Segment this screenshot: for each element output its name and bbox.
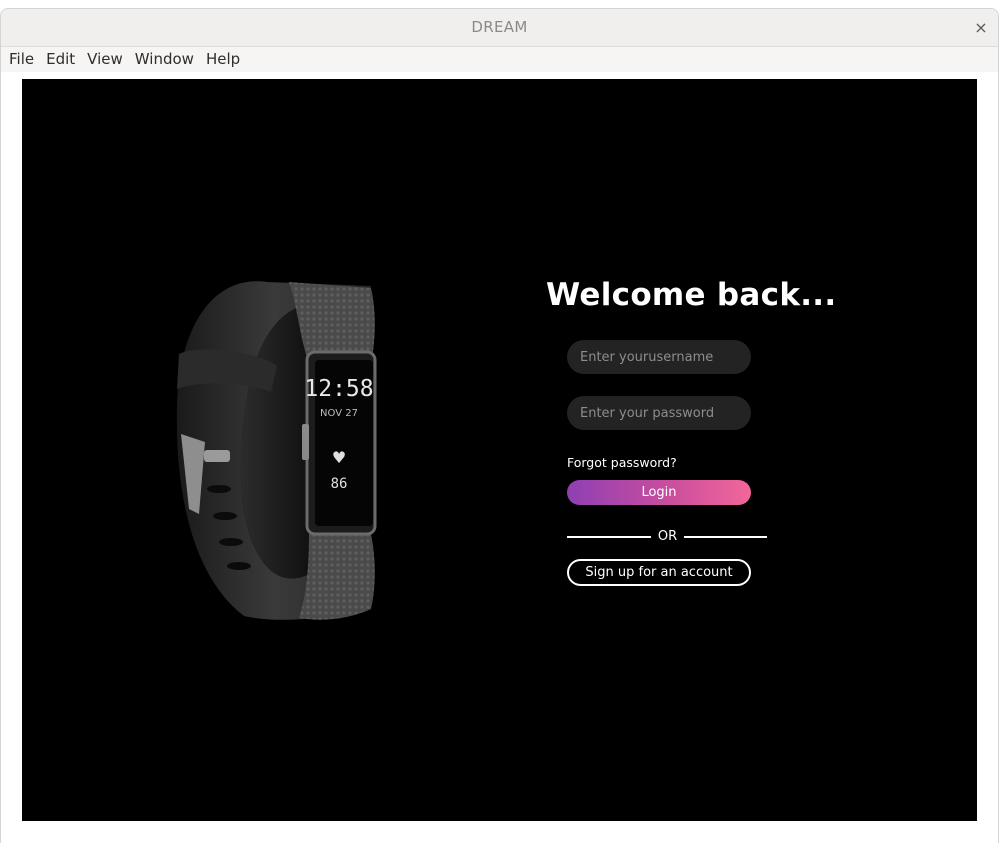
- menu-window[interactable]: Window: [129, 47, 200, 72]
- title-bar[interactable]: DREAM ×: [1, 9, 998, 47]
- login-screen: 12:58 NOV 27 ♥ 86 Welcome back... Forgot…: [22, 79, 977, 821]
- or-label: OR: [657, 529, 678, 544]
- close-icon[interactable]: ×: [970, 17, 992, 39]
- watch-time: 12:58: [304, 376, 373, 402]
- welcome-heading: Welcome back...: [546, 277, 837, 313]
- divider-line-left: [567, 536, 651, 538]
- fitness-tracker-image: 12:58 NOV 27 ♥ 86: [176, 281, 377, 620]
- login-button[interactable]: Login: [567, 480, 751, 505]
- menu-view[interactable]: View: [81, 47, 129, 72]
- username-input[interactable]: [567, 340, 751, 374]
- watch-heart-rate: 86: [331, 476, 348, 492]
- window-title: DREAM: [471, 18, 528, 36]
- menu-file[interactable]: File: [3, 47, 40, 72]
- menu-edit[interactable]: Edit: [40, 47, 81, 72]
- or-divider: OR: [567, 528, 767, 546]
- menu-bar: File Edit View Window Help: [1, 47, 998, 72]
- forgot-password-link[interactable]: Forgot password?: [567, 455, 677, 470]
- watch-date: NOV 27: [320, 408, 358, 419]
- menu-help[interactable]: Help: [200, 47, 246, 72]
- signup-button[interactable]: Sign up for an account: [567, 559, 751, 586]
- password-input[interactable]: [567, 396, 751, 430]
- divider-line-right: [684, 536, 767, 538]
- heart-icon: ♥: [332, 448, 346, 467]
